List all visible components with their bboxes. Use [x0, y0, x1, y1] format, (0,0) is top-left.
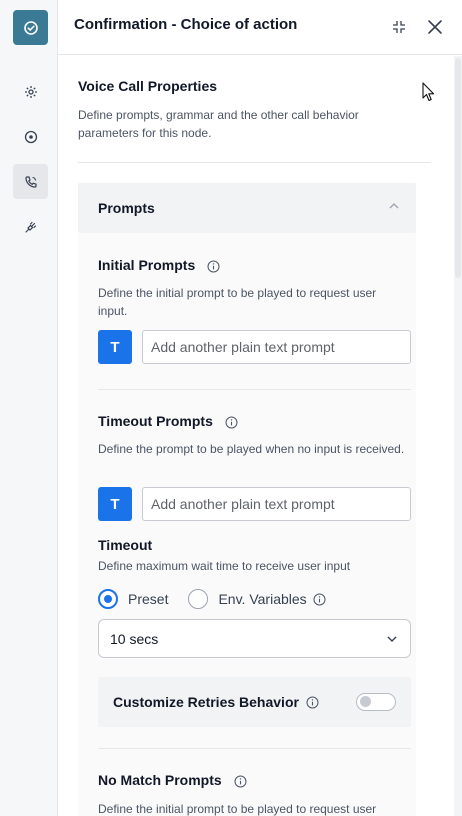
env-variables-radio-label[interactable]: Env. Variables — [218, 591, 306, 607]
section-description: Define prompts, grammar and the other ca… — [78, 108, 359, 140]
target-icon — [24, 130, 37, 143]
plug-icon — [24, 221, 36, 233]
preset-radio[interactable] — [98, 589, 118, 609]
left-rail — [0, 0, 58, 816]
initial-prompts-heading: Initial Prompts — [98, 257, 220, 273]
prompts-accordion-header[interactable]: Prompts — [78, 183, 416, 233]
text-prompt-button[interactable]: T — [98, 330, 132, 364]
chevron-up-icon — [389, 203, 399, 209]
timeout-prompt-input[interactable] — [142, 487, 411, 521]
timeout-description: Define maximum wait time to receive user… — [98, 559, 351, 573]
rail-settings-button[interactable] — [13, 74, 48, 109]
customize-retries-toggle[interactable] — [356, 693, 396, 711]
check-circle-icon — [23, 20, 38, 35]
prompts-accordion-title: Prompts — [98, 200, 155, 216]
gear-icon — [24, 85, 37, 98]
preset-radio-label[interactable]: Preset — [128, 591, 168, 607]
scrollbar-thumb[interactable] — [455, 58, 461, 278]
customize-retries-row: Customize Retries Behavior — [98, 677, 411, 727]
no-match-prompts-description: Define the initial prompt to be played t… — [98, 802, 377, 816]
rail-target-button[interactable] — [13, 119, 48, 154]
panel-title: Confirmation - Choice of action — [74, 16, 298, 33]
phone-call-icon — [24, 175, 37, 188]
panel-header: Confirmation - Choice of action — [58, 0, 462, 55]
timeout-title: Timeout — [98, 537, 153, 553]
initial-prompts-title: Initial Prompts — [98, 257, 196, 273]
info-icon[interactable] — [225, 416, 238, 429]
timeout-prompts-title: Timeout Prompts — [98, 413, 213, 429]
timeout-prompts-heading: Timeout Prompts — [98, 413, 238, 429]
collapse-icon — [393, 21, 405, 33]
timeout-select[interactable]: 10 secs — [98, 619, 411, 658]
timeout-prompts-description: Define the prompt to be played when no i… — [98, 442, 405, 456]
close-button[interactable] — [425, 17, 445, 37]
info-icon[interactable] — [207, 260, 220, 273]
info-icon[interactable] — [306, 696, 319, 709]
retries-divider — [98, 748, 411, 749]
collapse-button[interactable] — [389, 17, 409, 37]
rail-connect-button[interactable] — [13, 209, 48, 244]
initial-prompts-description: Define the initial prompt to be played t… — [98, 286, 377, 318]
info-icon[interactable] — [313, 593, 326, 606]
close-icon — [428, 20, 442, 34]
section-divider — [78, 162, 431, 163]
initial-prompt-input[interactable] — [142, 330, 411, 364]
text-prompt-button[interactable]: T — [98, 487, 132, 521]
prompts-divider — [98, 389, 411, 390]
timeout-select-value: 10 secs — [110, 631, 159, 647]
env-variables-radio[interactable] — [188, 589, 209, 609]
info-icon[interactable] — [234, 775, 247, 788]
customize-retries-heading: Customize Retries Behavior — [113, 694, 319, 710]
no-match-prompts-title: No Match Prompts — [98, 772, 222, 788]
node-logo[interactable] — [13, 10, 48, 45]
prompts-accordion-body — [78, 233, 416, 816]
section-title: Voice Call Properties — [78, 78, 218, 94]
panel-content: Voice Call Properties Define prompts, gr… — [58, 56, 454, 816]
no-match-prompts-heading: No Match Prompts — [98, 772, 247, 788]
timeout-mode-radio-group: Preset Env. Variables — [98, 587, 326, 611]
chevron-down-icon — [387, 636, 397, 642]
rail-voice-button[interactable] — [13, 164, 48, 199]
mouse-cursor-icon — [422, 82, 435, 102]
customize-retries-label: Customize Retries Behavior — [113, 694, 299, 710]
